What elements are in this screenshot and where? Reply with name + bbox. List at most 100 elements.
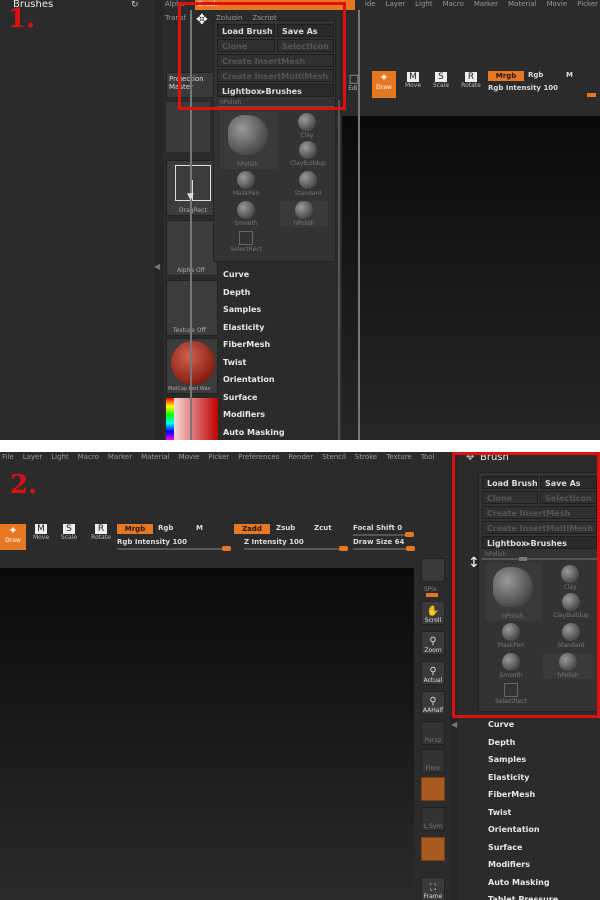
brush-hpolish[interactable]: hPolish (280, 201, 328, 227)
subpalette-depth-2[interactable]: Depth (488, 734, 598, 752)
scale-button[interactable]: S Scale (430, 72, 452, 98)
step1-canvas[interactable] (342, 116, 600, 440)
menu-light[interactable]: Light (415, 0, 432, 10)
subpalette-modifiers-2[interactable]: Modifiers (488, 856, 598, 874)
rgb-intensity-knob[interactable] (587, 93, 596, 97)
subpalette-elasticity-2[interactable]: Elasticity (488, 769, 598, 787)
z-intensity-slider[interactable]: Z Intensity 100 (244, 538, 304, 546)
brush-clay[interactable]: Clay (292, 113, 322, 139)
subpalette-samples[interactable]: Samples (223, 301, 343, 319)
menu-picker[interactable]: Picker (208, 453, 229, 463)
subpalette-elasticity[interactable]: Elasticity (223, 319, 343, 337)
scale-button-2[interactable]: S Scale (58, 524, 80, 550)
actual-button[interactable]: ⚲ Actual (421, 661, 445, 685)
menu-macro[interactable]: Macro (443, 0, 464, 10)
rgb-button-2[interactable]: Rgb (158, 524, 173, 532)
color-picker[interactable] (166, 398, 218, 440)
subpalette-tablet-pressure-2[interactable]: Tablet Pressure (488, 891, 598, 900)
subpalette-modifiers[interactable]: Modifiers (223, 406, 343, 424)
subpalette-twist[interactable]: Twist (223, 354, 343, 372)
subpalette-depth[interactable]: Depth (223, 284, 343, 302)
rgb-intensity-knob-2[interactable] (222, 546, 231, 551)
subpalette-curve-2[interactable]: Curve (488, 716, 598, 734)
persp-button[interactable]: Persp (421, 721, 445, 745)
rgb-intensity-slider[interactable]: Rgb Intensity 100 (488, 84, 593, 94)
menu-material[interactable]: Material (141, 453, 169, 463)
subpalette-fibermesh[interactable]: FiberMesh (223, 336, 343, 354)
z-intensity-track[interactable] (244, 548, 346, 550)
menu-macro[interactable]: Macro (78, 453, 99, 463)
subpalette-orientation-2[interactable]: Orientation (488, 821, 598, 839)
brush-claybuildup[interactable]: ClayBuildup (286, 141, 330, 167)
mrgb-button-2[interactable]: Mrgb (117, 524, 153, 534)
subpalette-curve[interactable]: Curve (223, 266, 343, 284)
local-button[interactable] (421, 777, 445, 801)
scroll-button[interactable]: ✋ Scroll (421, 601, 445, 625)
rgb-intensity-track-2[interactable] (117, 548, 229, 550)
menu-marker[interactable]: Marker (474, 0, 498, 10)
menu-file[interactable]: File (2, 453, 14, 463)
aahalf-button[interactable]: ⚲ AAHalf (421, 691, 445, 715)
frame-button[interactable]: ⛶ Frame (421, 877, 445, 900)
menu-marker[interactable]: Marker (108, 453, 132, 463)
subpalette-fibermesh-2[interactable]: FiberMesh (488, 786, 598, 804)
draw-size-track[interactable] (353, 548, 413, 550)
brush-smooth[interactable]: Smooth (228, 201, 264, 227)
refresh-icon[interactable]: ↻ (131, 0, 139, 10)
subpalette-auto-masking-2[interactable]: Auto Masking (488, 874, 598, 892)
draw-button[interactable]: ✦ Draw (372, 71, 396, 98)
current-brush-large[interactable]: hPolish (220, 111, 278, 169)
subpalette-auto-masking[interactable]: Auto Masking (223, 424, 343, 441)
mrgb-button[interactable]: Mrgb (488, 71, 524, 81)
menu-light[interactable]: Light (51, 453, 68, 463)
menu-texture[interactable]: Texture (386, 453, 412, 463)
menu-movie[interactable]: Movie (546, 0, 567, 10)
menu-movie[interactable]: Movie (179, 453, 200, 463)
subpalette-orientation[interactable]: Orientation (223, 371, 343, 389)
menu-ide[interactable]: ide (365, 0, 376, 10)
menu-material[interactable]: Material (508, 0, 536, 10)
menu-render[interactable]: Render (288, 453, 313, 463)
rotate-button[interactable]: R Rotate (459, 72, 483, 98)
brush-standard[interactable]: Standard (288, 171, 328, 197)
z-intensity-knob[interactable] (339, 546, 348, 551)
zcut-button[interactable]: Zcut (314, 524, 332, 532)
rgb-intensity-slider-2[interactable]: Rgb Intensity 100 (117, 538, 187, 546)
menu-tool[interactable]: Tool (421, 453, 435, 463)
texture-thumb[interactable]: Texture Off (166, 280, 218, 336)
menu-layer[interactable]: Layer (23, 453, 43, 463)
m-button[interactable]: M (566, 71, 573, 79)
spix-button[interactable] (421, 558, 445, 582)
rgb-button[interactable]: Rgb (528, 71, 543, 79)
subpalette-surface-2[interactable]: Surface (488, 839, 598, 857)
brush-selectrect[interactable]: SelectRect (226, 231, 266, 253)
focal-shift-knob[interactable] (405, 532, 414, 537)
menu-layer[interactable]: Layer (386, 0, 406, 10)
zsub-button[interactable]: Zsub (276, 524, 295, 532)
menu-stencil[interactable]: Stencil (322, 453, 346, 463)
menu-stroke[interactable]: Stroke (355, 453, 377, 463)
focal-shift-track[interactable] (353, 534, 413, 536)
step2-canvas[interactable] (0, 568, 414, 900)
collapse-right-tray-icon[interactable]: ◀ (451, 720, 457, 729)
zoom-button[interactable]: ⚲ Zoom (421, 631, 445, 655)
draw-size-knob[interactable] (406, 546, 415, 551)
zadd-button[interactable]: Zadd (234, 524, 270, 534)
menu-preferences[interactable]: Preferences (238, 453, 279, 463)
spix-knob[interactable] (426, 593, 438, 597)
lsym-button[interactable]: L.Sym (421, 807, 445, 831)
subpalette-twist-2[interactable]: Twist (488, 804, 598, 822)
xyz-button[interactable] (421, 837, 445, 861)
subpalette-surface[interactable]: Surface (223, 389, 343, 407)
subpalette-samples-2[interactable]: Samples (488, 751, 598, 769)
hue-strip[interactable] (166, 398, 174, 440)
draw-size-slider[interactable]: Draw Size 64 (353, 538, 404, 546)
rotate-button-2[interactable]: R Rotate (88, 524, 114, 550)
draw-button-2[interactable]: ✦ Draw (0, 524, 26, 550)
material-thumb[interactable]: MatCap Red Wax (166, 338, 218, 394)
collapse-left-tray-icon[interactable]: ◀ (154, 262, 160, 271)
m-button-2[interactable]: M (196, 524, 203, 532)
move-button-2[interactable]: M Move (30, 524, 52, 550)
focal-shift-slider[interactable]: Focal Shift 0 (353, 524, 402, 532)
brush-maskpen[interactable]: MaskPen (228, 171, 264, 197)
